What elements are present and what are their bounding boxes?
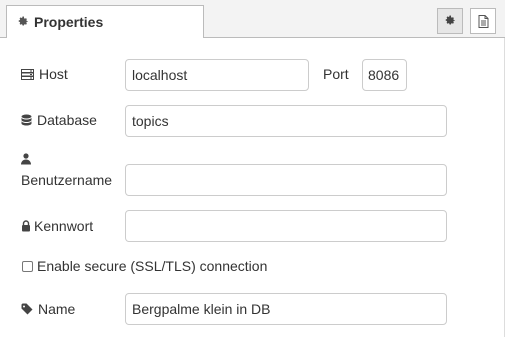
tab-properties[interactable]: Properties bbox=[6, 5, 204, 38]
password-input[interactable] bbox=[125, 210, 447, 242]
properties-panel: Properties Host localhost Port 8086 Data… bbox=[0, 0, 505, 337]
host-input[interactable] bbox=[125, 59, 309, 91]
settings-button[interactable] bbox=[437, 8, 463, 34]
password-label: Kennwort bbox=[21, 218, 93, 234]
database-input[interactable] bbox=[125, 105, 447, 137]
user-icon bbox=[21, 153, 31, 165]
ssl-label: Enable secure (SSL/TLS) connection bbox=[37, 258, 268, 274]
server-icon bbox=[21, 68, 34, 80]
name-input[interactable] bbox=[125, 293, 447, 325]
username-label: Benutzername bbox=[21, 172, 113, 188]
host-label: Host bbox=[21, 66, 68, 82]
document-icon bbox=[478, 14, 489, 28]
lock-icon bbox=[21, 220, 31, 232]
port-label: Port bbox=[323, 66, 349, 82]
tab-bar: Properties bbox=[0, 0, 505, 38]
port-input[interactable] bbox=[362, 59, 407, 91]
description-button[interactable] bbox=[470, 8, 496, 34]
username-input[interactable] bbox=[125, 164, 447, 196]
tab-properties-label: Properties bbox=[34, 14, 104, 30]
ssl-checkbox[interactable] bbox=[22, 261, 33, 272]
gear-icon bbox=[17, 16, 29, 28]
database-label: Database bbox=[21, 112, 97, 128]
name-label: Name bbox=[21, 301, 75, 317]
host-label-text: Host bbox=[39, 66, 68, 82]
gear-icon bbox=[444, 15, 456, 27]
password-label-text: Kennwort bbox=[34, 218, 94, 234]
database-label-text: Database bbox=[37, 112, 97, 128]
name-label-text: Name bbox=[38, 301, 76, 317]
tag-icon bbox=[21, 303, 33, 315]
database-icon bbox=[21, 114, 32, 127]
